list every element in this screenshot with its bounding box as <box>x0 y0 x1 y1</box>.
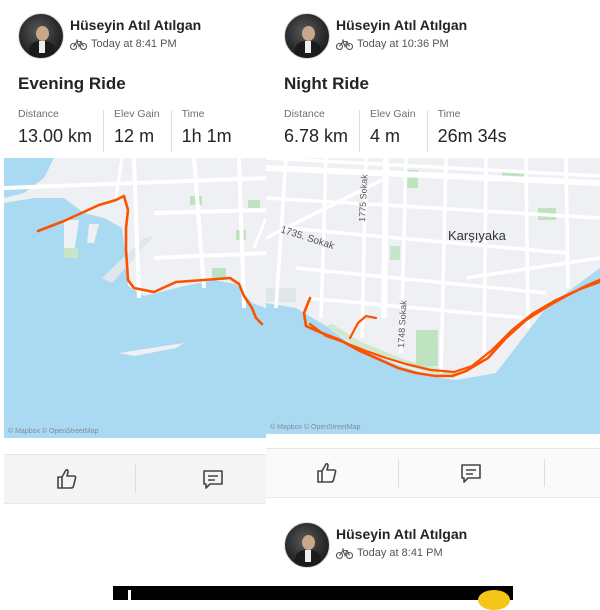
activity-card-night-ride: Hüseyin Atıl Atılgan Today at 10:36 PM N… <box>266 0 600 600</box>
divider <box>544 459 545 487</box>
activity-stats: Distance 6.78 km Elev Gain 4 m Time 26m … <box>284 108 529 152</box>
route-map[interactable]: 1775 Sokak 1735. Sokak 1748 Sokak Karşıy… <box>266 158 600 434</box>
stat-label: Time <box>437 108 461 120</box>
comment-icon[interactable] <box>458 460 484 486</box>
like-icon[interactable] <box>314 460 340 486</box>
activity-meta: Today at 8:41 PM <box>336 547 443 559</box>
activity-meta: Today at 10:36 PM <box>336 38 449 50</box>
athlete-name[interactable]: Hüseyin Atıl Atılgan <box>336 17 467 33</box>
stat-value: 12 m <box>114 126 155 146</box>
activity-timestamp: Today at 10:36 PM <box>357 38 449 50</box>
stat-time: Time 26m 34s <box>438 108 519 147</box>
bike-icon <box>70 39 87 50</box>
stat-elev-gain: Elev Gain 4 m <box>370 108 428 152</box>
stat-value: 4 m <box>370 126 401 146</box>
stat-label: Elev Gain <box>370 108 416 120</box>
activity-title[interactable]: Night Ride <box>284 74 369 94</box>
bike-icon <box>336 39 353 50</box>
stat-value: 13.00 km <box>18 126 93 146</box>
comment-icon[interactable] <box>200 466 226 492</box>
stat-distance: Distance 6.78 km <box>284 108 361 152</box>
stat-elev-gain: Elev Gain 12 m <box>114 108 172 152</box>
activity-timestamp: Today at 8:41 PM <box>91 38 177 50</box>
map-attribution: © Mapbox © OpenStreetMap <box>270 424 361 431</box>
activity-meta: Today at 8:41 PM <box>70 38 177 50</box>
athlete-name[interactable]: Hüseyin Atıl Atılgan <box>70 17 201 33</box>
stat-label: Time <box>181 108 205 120</box>
avatar[interactable] <box>18 13 64 59</box>
stat-value: 26m 34s <box>437 126 507 146</box>
map-attribution: © Mapbox © OpenStreetMap <box>8 428 99 435</box>
activity-title[interactable]: Evening Ride <box>18 74 126 94</box>
activity-timestamp: Today at 8:41 PM <box>357 547 443 559</box>
overlay-mark <box>128 590 131 600</box>
stat-distance: Distance 13.00 km <box>18 108 105 152</box>
bike-icon <box>336 548 353 559</box>
overlay-bar <box>113 586 513 600</box>
divider <box>398 459 399 487</box>
stat-label: Distance <box>284 108 325 120</box>
action-bar <box>266 448 600 498</box>
stat-value: 1h 1m <box>181 126 232 146</box>
activity-card-evening-ride: Hüseyin Atıl Atılgan Today at 8:41 PM Ev… <box>0 0 266 600</box>
divider <box>135 465 136 493</box>
emoji-icon <box>478 590 510 610</box>
district-label: Karşıyaka <box>448 228 507 243</box>
activity-stats: Distance 13.00 km Elev Gain 12 m Time 1h… <box>18 108 254 152</box>
like-icon[interactable] <box>54 466 80 492</box>
athlete-name[interactable]: Hüseyin Atıl Atılgan <box>336 526 467 542</box>
action-bar <box>4 454 266 504</box>
stat-label: Elev Gain <box>114 108 160 120</box>
stat-label: Distance <box>18 108 59 120</box>
avatar[interactable] <box>284 522 330 568</box>
stat-time: Time 1h 1m <box>182 108 244 147</box>
stat-value: 6.78 km <box>284 126 349 146</box>
route-map[interactable]: © Mapbox © OpenStreetMap <box>4 158 266 438</box>
avatar[interactable] <box>284 13 330 59</box>
